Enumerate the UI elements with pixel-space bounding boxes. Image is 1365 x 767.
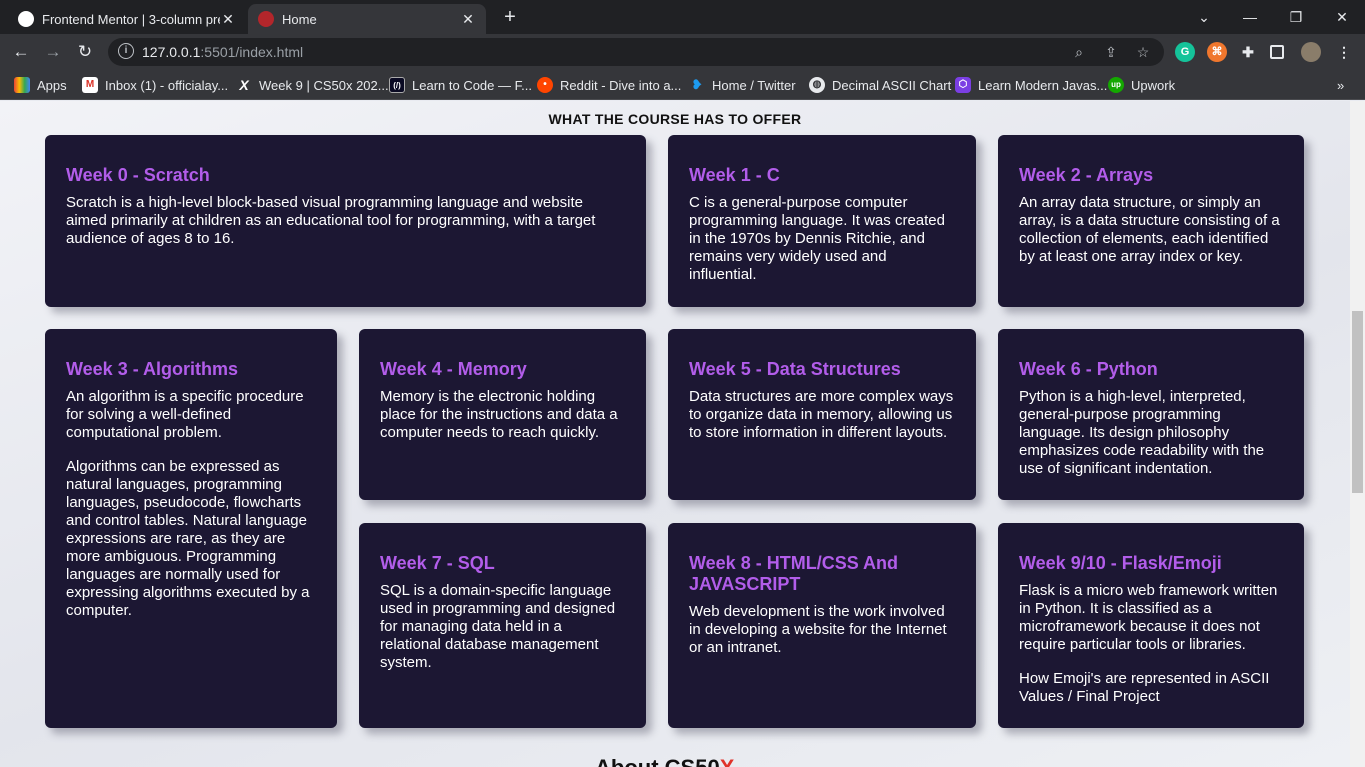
- card-text: An algorithm is a specific procedure for…: [66, 388, 304, 441]
- site-info-icon[interactable]: i: [118, 43, 134, 59]
- url-text[interactable]: 127.0.0.1:5501/index.html: [142, 44, 303, 60]
- card-title: Week 2 - Arrays: [1019, 165, 1154, 185]
- tab-home[interactable]: Home ✕: [248, 4, 486, 34]
- page-scrollbar[interactable]: [1350, 101, 1365, 767]
- reload-button[interactable]: ↻: [72, 40, 98, 64]
- more-bookmarks-button[interactable]: »: [1337, 76, 1344, 94]
- side-panel-icon[interactable]: [1270, 45, 1284, 59]
- card-title: Week 3 - Algorithms: [66, 359, 239, 379]
- twitter-icon: ❥: [691, 77, 703, 92]
- card-title: Week 1 - C: [689, 165, 780, 185]
- course-card-week-3: Week 3 - Algorithms An algorithm is a sp…: [45, 329, 337, 728]
- course-card-week-9-10: Week 9/10 - Flask/Emoji Flask is a micro…: [998, 523, 1304, 728]
- card-text: Scratch is a high-level block-based visu…: [66, 194, 596, 247]
- tab-frontend-mentor[interactable]: Frontend Mentor | 3-column prev ✕: [8, 4, 246, 34]
- course-card-week-5: Week 5 - Data Structures Data structures…: [668, 329, 976, 500]
- bookmark-gmail[interactable]: M Inbox (1) - officialay...: [82, 76, 228, 94]
- card-text: Data structures are more complex ways to…: [689, 388, 954, 441]
- card-text: Web development is the work involved in …: [689, 603, 947, 656]
- upwork-icon: up: [1108, 77, 1124, 93]
- forward-button[interactable]: →: [40, 40, 66, 64]
- address-bar[interactable]: i 127.0.0.1:5501/index.html ⌕ ⇪ ☆: [108, 38, 1164, 66]
- course-card-week-0: Week 0 - Scratch Scratch is a high-level…: [45, 135, 646, 307]
- bookmark-upwork[interactable]: up Upwork: [1108, 76, 1175, 94]
- tab-title: Frontend Mentor | 3-column prev: [42, 11, 220, 27]
- javascript-icon: ⬡: [955, 77, 971, 93]
- bookmark-cs50[interactable]: X Week 9 | CS50x 202...: [236, 76, 388, 94]
- x-icon: X: [239, 77, 249, 93]
- frontend-mentor-favicon-icon: [18, 11, 34, 27]
- card-title: Week 9/10 - Flask/Emoji: [1019, 553, 1222, 573]
- grammarly-extension-icon[interactable]: G: [1175, 42, 1195, 62]
- card-text: Algorithms can be expressed as natural l…: [66, 458, 310, 619]
- tab-title: Home: [282, 11, 317, 27]
- card-text: Flask is a micro web framework written i…: [1019, 582, 1278, 653]
- bookmark-apps[interactable]: Apps: [14, 76, 67, 94]
- course-card-week-8: Week 8 - HTML/CSS And JAVASCRIPT Web dev…: [668, 523, 976, 728]
- card-title: Week 7 - SQL: [380, 553, 495, 573]
- restore-button[interactable]: ❐: [1273, 0, 1319, 34]
- card-title: Week 4 - Memory: [380, 359, 527, 379]
- page-viewport: WHAT THE COURSE HAS TO OFFER Week 0 - Sc…: [0, 101, 1350, 767]
- card-title: Week 5 - Data Structures: [689, 359, 901, 379]
- close-tab-icon[interactable]: ✕: [460, 11, 476, 28]
- card-text: How Emoji's are represented in ASCII Val…: [1019, 670, 1270, 705]
- bookmark-ascii-chart[interactable]: ◍ Decimal ASCII Chart: [809, 76, 951, 94]
- zoom-icon[interactable]: ⌕: [1070, 43, 1088, 61]
- back-button[interactable]: ←: [8, 40, 34, 64]
- close-window-button[interactable]: ✕: [1319, 0, 1365, 34]
- course-card-week-2: Week 2 - Arrays An array data structure,…: [998, 135, 1304, 307]
- minimize-button[interactable]: —: [1227, 0, 1273, 34]
- card-title: Week 8 - HTML/CSS And JAVASCRIPT: [689, 553, 899, 594]
- about-heading: About CS50X: [595, 755, 734, 767]
- card-text: An array data structure, or simply an ar…: [1019, 194, 1280, 265]
- tab-search-icon[interactable]: ⌄: [1181, 0, 1227, 34]
- extension-icon[interactable]: ⌘: [1207, 42, 1227, 62]
- section-heading: WHAT THE COURSE HAS TO OFFER: [548, 111, 802, 127]
- bookmarks-bar: Apps M Inbox (1) - officialay... X Week 9 …: [0, 70, 1365, 100]
- card-text: Python is a high-level, interpreted, gen…: [1019, 388, 1265, 477]
- gmail-icon: M: [82, 77, 98, 93]
- new-tab-button[interactable]: +: [498, 6, 522, 28]
- card-title: Week 6 - Python: [1019, 359, 1158, 379]
- bookmark-javascript[interactable]: ⬡ Learn Modern Javas...: [955, 76, 1107, 94]
- apps-grid-icon: [14, 77, 30, 93]
- reddit-icon: •: [537, 77, 553, 93]
- browser-toolbar: ← → ↻ i 127.0.0.1:5501/index.html ⌕ ⇪ ☆ …: [0, 34, 1365, 70]
- freecodecamp-icon: (/): [389, 77, 405, 93]
- bookmark-reddit[interactable]: • Reddit - Dive into a...: [537, 76, 681, 94]
- menu-icon[interactable]: ⋮: [1334, 42, 1354, 62]
- course-card-week-1: Week 1 - C C is a general-purpose comput…: [668, 135, 976, 307]
- tab-strip: Frontend Mentor | 3-column prev ✕ Home ✕…: [0, 0, 1365, 34]
- close-tab-icon[interactable]: ✕: [220, 11, 236, 28]
- card-text: Memory is the electronic holding place f…: [380, 388, 618, 441]
- card-text: C is a general-purpose computer programm…: [689, 194, 945, 283]
- profile-avatar[interactable]: [1301, 42, 1321, 62]
- card-title: Week 0 - Scratch: [66, 165, 210, 185]
- globe-icon: ◍: [809, 77, 825, 93]
- share-icon[interactable]: ⇪: [1102, 43, 1120, 61]
- card-text: SQL is a domain-specific language used i…: [380, 582, 616, 671]
- bookmark-twitter[interactable]: ❥ Home / Twitter: [689, 76, 796, 94]
- course-card-week-4: Week 4 - Memory Memory is the electronic…: [359, 329, 646, 500]
- course-card-week-7: Week 7 - SQL SQL is a domain-specific la…: [359, 523, 646, 728]
- extensions-puzzle-icon[interactable]: ✚: [1238, 42, 1258, 62]
- bookmark-freecodecamp[interactable]: (/) Learn to Code — F...: [389, 76, 532, 94]
- cs50-favicon-icon: [258, 11, 274, 27]
- scrollbar-thumb[interactable]: [1352, 311, 1363, 493]
- bookmark-star-icon[interactable]: ☆: [1134, 43, 1152, 61]
- course-card-week-6: Week 6 - Python Python is a high-level, …: [998, 329, 1304, 500]
